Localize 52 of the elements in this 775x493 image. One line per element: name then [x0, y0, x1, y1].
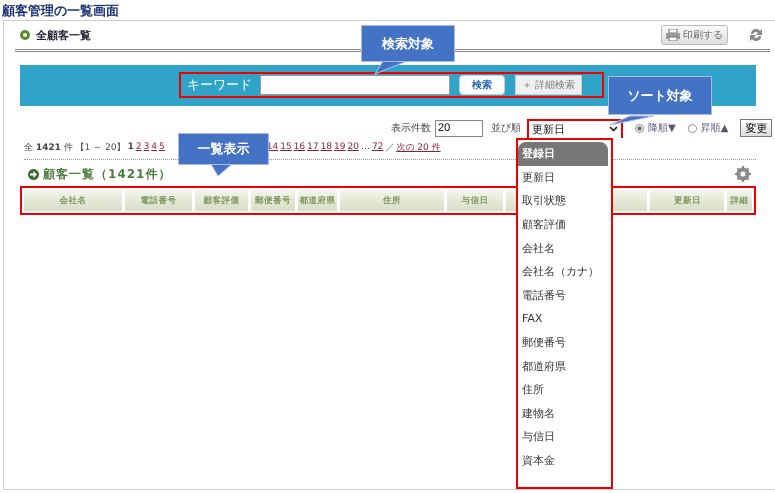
refresh-icon[interactable] — [748, 26, 764, 44]
settings-icon[interactable] — [735, 166, 751, 182]
dropdown-option[interactable]: 郵便番号 — [518, 330, 608, 354]
apply-button[interactable]: 変更 — [740, 119, 772, 137]
dropdown-option[interactable]: 顧客評価 — [518, 212, 608, 236]
page-link[interactable]: 16 — [294, 142, 306, 152]
next-link[interactable]: 次の 20 件 — [396, 140, 441, 154]
radio-button[interactable] — [688, 124, 697, 132]
search-button[interactable]: 検索 — [459, 75, 505, 95]
dropdown-option[interactable]: 会社名 — [518, 236, 608, 260]
advanced-search-button[interactable]: ＋ 詳細検索 — [515, 75, 582, 95]
panel-title: 全顧客一覧 — [36, 28, 91, 42]
dropdown-option[interactable]: 建物名 — [518, 402, 608, 426]
dropdown-option[interactable]: 登録日 — [518, 142, 608, 166]
dropdown-option[interactable]: 更新日 — [518, 166, 608, 190]
dropdown-option[interactable]: 住所 — [518, 378, 608, 402]
page-title: 顧客管理の一覧画面 — [0, 2, 120, 20]
bullet-icon — [20, 30, 30, 40]
dropdown-option[interactable]: 都道府県 — [518, 354, 608, 378]
page-link[interactable]: 3 — [144, 142, 150, 152]
page-link[interactable]: 15 — [280, 142, 292, 152]
page-link[interactable]: 20 — [347, 142, 359, 152]
result-summary: 全 1421 件 【1 ～ 20】 — [24, 142, 126, 154]
order-label: 昇順▲ — [700, 122, 728, 135]
page-link[interactable]: 4 — [151, 142, 158, 152]
page-link[interactable]: 17 — [307, 142, 319, 152]
current-page: 1 — [128, 142, 134, 152]
keyword-label: キーワード — [187, 77, 252, 94]
radio-button[interactable] — [635, 124, 644, 132]
page-link[interactable]: 5 — [159, 142, 165, 152]
page-link[interactable]: 2 — [136, 142, 142, 152]
arrow-icon — [28, 168, 39, 180]
dropdown-option[interactable]: FAX — [518, 307, 608, 331]
chevron-icon — [609, 126, 618, 132]
sort-label: 並び順 — [491, 122, 521, 135]
dropdown-option[interactable]: 与信日 — [518, 425, 608, 449]
page-link[interactable]: 72 — [372, 142, 384, 152]
per-page-label: 表示件数 — [391, 122, 431, 135]
dropdown-option[interactable]: 資本金 — [518, 448, 608, 472]
per-page-field[interactable]: 20 — [435, 120, 483, 136]
keyword-field[interactable] — [260, 75, 450, 95]
list-title: 顧客一覧（1421件） — [43, 166, 172, 182]
ellipsis: … — [360, 142, 370, 152]
dropdown-option[interactable]: 会社名（カナ） — [518, 260, 608, 284]
dropdown-option[interactable]: 取引状態 — [518, 189, 608, 213]
order-label: 降順▼ — [648, 122, 676, 135]
separator: ／ — [385, 142, 394, 154]
page-link[interactable]: 18 — [320, 142, 332, 152]
printer-icon — [666, 29, 680, 41]
page-link[interactable]: 19 — [334, 142, 346, 152]
print-button[interactable]: 印刷する — [661, 25, 728, 45]
dropdown-option[interactable]: 電話番号 — [518, 284, 608, 308]
